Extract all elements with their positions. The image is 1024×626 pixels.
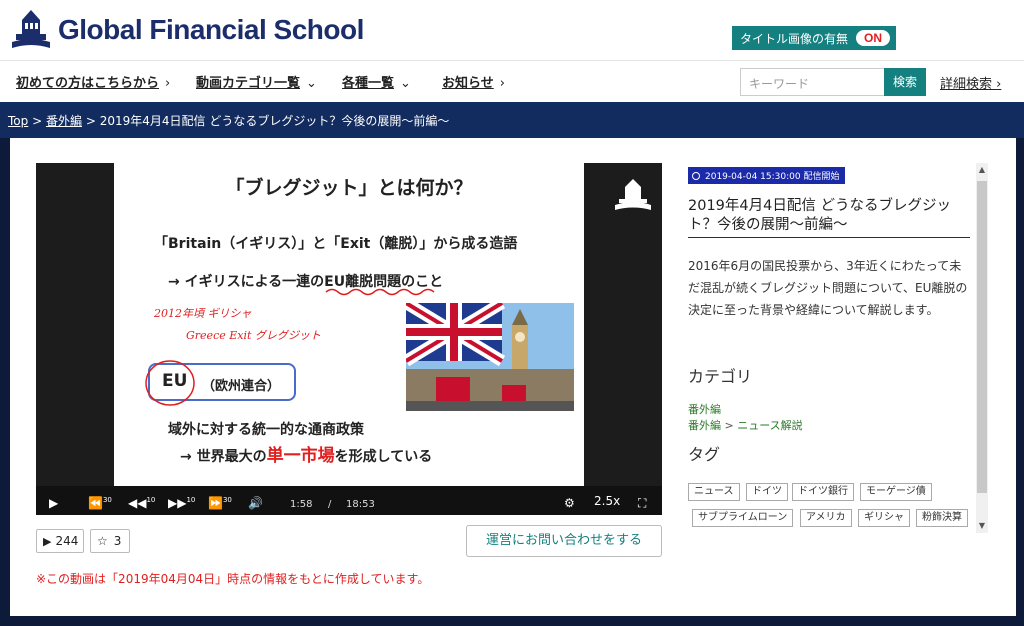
favorite-button[interactable]: ☆ 3 xyxy=(90,529,130,553)
tag-item[interactable]: 粉飾決算 xyxy=(916,509,968,527)
skip-back-30-icon[interactable]: ⏪30 xyxy=(88,496,112,510)
fullscreen-icon[interactable]: ⛶ xyxy=(638,496,646,511)
play-count-icon: ▶ xyxy=(43,534,52,548)
video-player[interactable]: 「ブレグジット」とは何か？ 「Britain（イギリス）」と「Exit（離脱）」… xyxy=(36,163,662,515)
tag-item[interactable]: ギリシャ xyxy=(858,509,910,527)
star-icon: ☆ xyxy=(97,534,108,548)
skip-forward-30-icon[interactable]: ⏩30 xyxy=(208,496,232,510)
handwritten-note-2: Greece Exit グレグジット xyxy=(186,329,321,342)
slide-title: 「ブレグジット」とは何か？ xyxy=(225,177,473,199)
current-time: 1:58 xyxy=(290,499,313,510)
eu-sub-label: （欧州連合） xyxy=(202,379,281,394)
tag-item[interactable]: ニュース xyxy=(688,483,740,501)
settings-gear-icon[interactable]: ⚙ xyxy=(564,496,575,510)
nav-item-beginners[interactable]: 初めての方はこちらから › xyxy=(16,72,170,91)
title-toggle-state[interactable]: ON xyxy=(856,30,891,46)
video-info-panel: 2019-04-04 15:30:00 配信開始 2019年4月4日配信 どうな… xyxy=(686,163,976,533)
slide-line-1: 「Britain（イギリス）」と「Exit（離脱）」から成る造語 xyxy=(154,236,518,252)
chevron-right-icon: › xyxy=(165,76,171,91)
union-jack-big-ben-image xyxy=(406,303,574,411)
chevron-right-icon: › xyxy=(996,77,1002,92)
red-underline-squiggle xyxy=(325,288,435,296)
scroll-down-icon[interactable]: ▼ xyxy=(976,519,988,533)
nav-item-news[interactable]: お知らせ › xyxy=(442,72,505,91)
info-date-notice: ※この動画は「2019年04月04日」時点の情報をもとに作成しています。 xyxy=(36,572,430,586)
advanced-search-link[interactable]: 詳細検索 › xyxy=(940,73,1001,92)
duration: 18:53 xyxy=(346,499,375,510)
tag-item[interactable]: モーゲージ債 xyxy=(860,483,932,501)
site-logo[interactable]: Global Financial School xyxy=(10,8,364,52)
handwritten-note-1: 2012年頃 ギリシャ xyxy=(154,307,252,320)
main-nav: 初めての方はこちらから › 動画カテゴリ一覧 ⌄ 各種一覧 ⌄ お知らせ › キーワード… xyxy=(0,60,1024,102)
view-count: ▶ 244 xyxy=(36,529,84,553)
category-link-1[interactable]: 番外編 xyxy=(688,401,721,417)
time-separator: / xyxy=(328,499,332,510)
title-toggle-label: タイトル画像の有無 xyxy=(740,31,849,46)
tag-item[interactable]: アメリカ xyxy=(800,509,852,527)
slide-line-4: → 世界最大の単一市場を形成している xyxy=(180,446,433,466)
keyword-search-input[interactable]: キーワード xyxy=(740,68,886,96)
site-header: Global Financial School タイトル画像の有無 ON xyxy=(0,0,1024,60)
scrollbar-thumb[interactable] xyxy=(977,181,987,493)
video-controls: ▶ ⏪30 ◀◀10 ▶▶10 ⏩30 🔊 1:58 / 18:53 ⚙ 2.5… xyxy=(36,486,662,515)
breadcrumb-top[interactable]: Top xyxy=(8,114,28,128)
chevron-down-icon: ⌄ xyxy=(306,76,317,91)
tag-item[interactable]: ドイツ xyxy=(746,483,788,501)
forward-10-icon[interactable]: ▶▶10 xyxy=(168,496,195,510)
chevron-down-icon: ⌄ xyxy=(400,76,411,91)
content-card: 「ブレグジット」とは何か？ 「Britain（イギリス）」と「Exit（離脱）」… xyxy=(10,138,1016,616)
logo-text: Global Financial School xyxy=(58,14,364,45)
nav-item-lists[interactable]: 各種一覧 ⌄ xyxy=(342,72,411,91)
volume-icon[interactable]: 🔊 xyxy=(248,496,263,510)
school-building-logo-icon xyxy=(12,10,50,48)
breadcrumb: Top > 番外編 > 2019年4月4日配信 どうなるブレグジット？今後の展開… xyxy=(8,114,450,128)
scroll-up-icon[interactable]: ▲ xyxy=(976,163,988,177)
tag-item[interactable]: ドイツ銀行 xyxy=(792,483,854,501)
nav-item-video-categories[interactable]: 動画カテゴリ一覧 ⌄ xyxy=(196,72,317,91)
category-link-2[interactable]: 番外編 > ニュース解説 xyxy=(688,417,803,433)
london-photo xyxy=(406,303,574,411)
category-heading: カテゴリ xyxy=(688,367,753,386)
video-description: 2016年6月の国民投票から、3年近くにわたって未だ混乱が続くブレグジット問題に… xyxy=(688,259,968,317)
clock-icon xyxy=(692,171,700,180)
chevron-right-icon: › xyxy=(499,76,505,91)
slide-line-3: 域外に対する統一的な通商政策 xyxy=(168,422,364,438)
search-button[interactable]: 検索 xyxy=(884,68,926,96)
breadcrumb-section[interactable]: 番外編 xyxy=(46,114,82,128)
broadcast-start-badge: 2019-04-04 15:30:00 配信開始 xyxy=(688,167,846,184)
video-slide: 「ブレグジット」とは何か？ 「Britain（イギリス）」と「Exit（離脱）」… xyxy=(114,163,584,488)
tag-item[interactable]: サブプライムローン xyxy=(692,509,794,527)
title-image-toggle[interactable]: タイトル画像の有無 ON xyxy=(732,26,897,50)
info-scrollbar[interactable]: ▲ ▼ xyxy=(976,163,988,533)
contact-operator-button[interactable]: 運営にお問い合わせをする xyxy=(466,525,662,557)
play-icon[interactable]: ▶ xyxy=(49,496,58,510)
breadcrumb-current: 2019年4月4日配信 どうなるブレグジット？今後の展開〜前編〜 xyxy=(99,114,450,128)
tag-heading: タグ xyxy=(688,445,721,464)
playback-speed[interactable]: 2.5x xyxy=(594,494,620,508)
school-logo-watermark-icon xyxy=(615,179,651,210)
video-title: 2019年4月4日配信 どうなるブレグジット？今後の展開〜前編〜 xyxy=(688,197,970,238)
rewind-10-icon[interactable]: ◀◀10 xyxy=(128,496,155,510)
breadcrumb-band: Top > 番外編 > 2019年4月4日配信 どうなるブレグジット？今後の展開… xyxy=(0,102,1024,138)
eu-label: EU xyxy=(162,371,188,391)
